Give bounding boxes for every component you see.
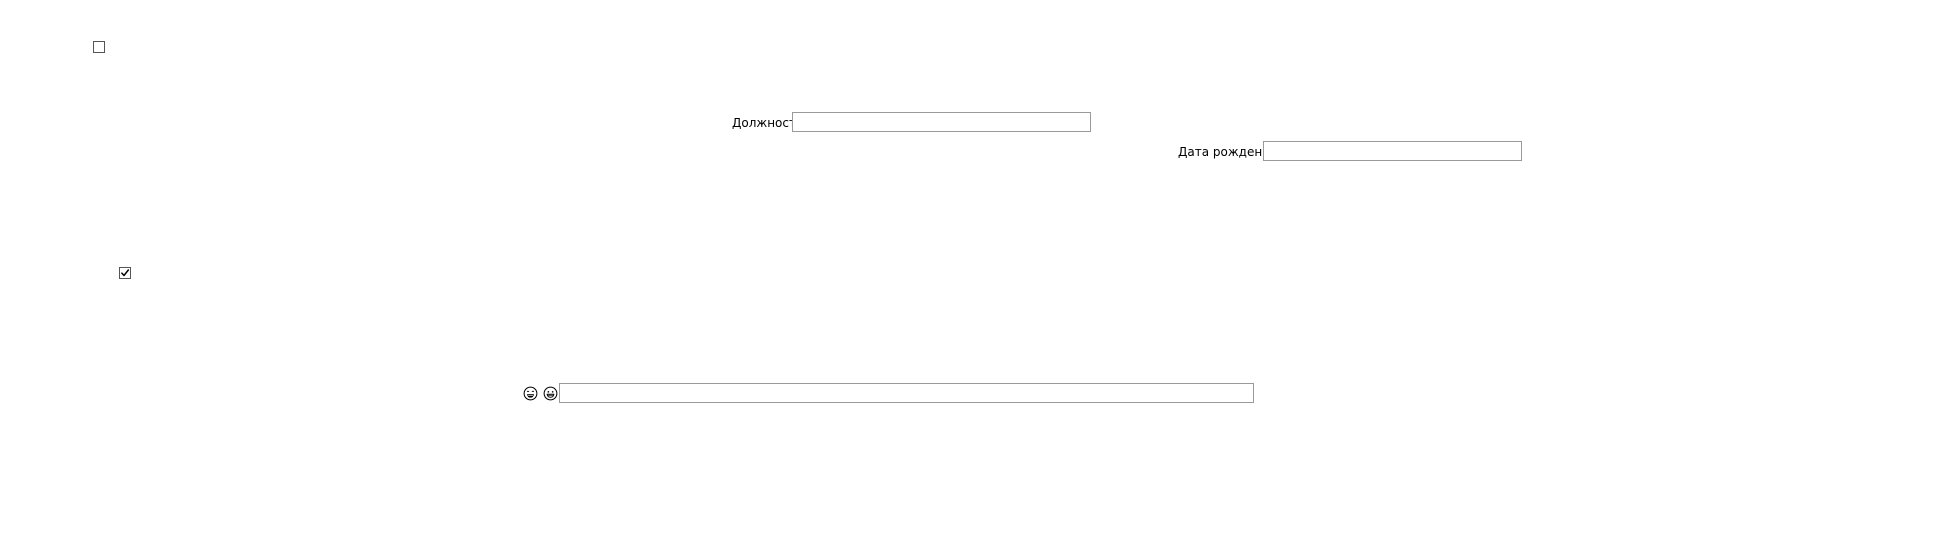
checkbox-unchecked[interactable] (93, 41, 105, 53)
position-input[interactable] (792, 112, 1091, 132)
laughing-face-icon[interactable] (523, 386, 538, 401)
checkmark-icon (121, 269, 130, 277)
birth-date-input[interactable] (1263, 141, 1522, 161)
page: { "form": { "checkbox_top": { "checked":… (0, 0, 1958, 543)
grinning-face-icon[interactable] (543, 386, 558, 401)
emoji-text-input[interactable] (559, 383, 1254, 403)
checkbox-checked[interactable] (119, 267, 131, 279)
